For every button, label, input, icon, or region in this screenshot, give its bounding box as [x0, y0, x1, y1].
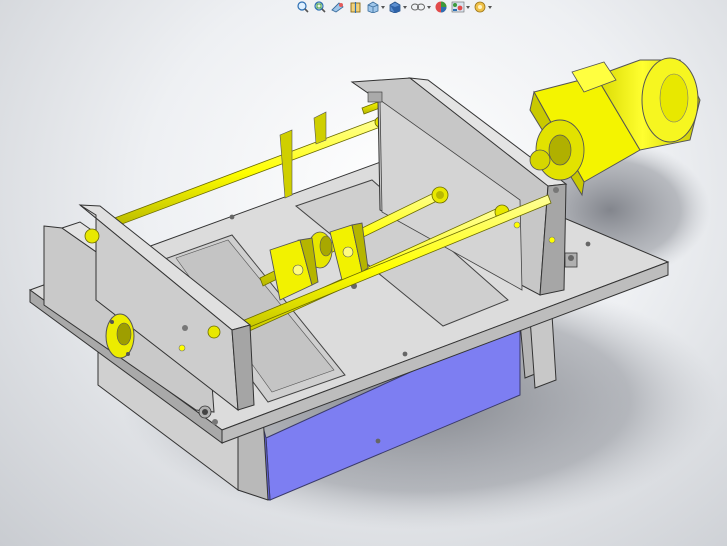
section-view-icon [350, 2, 361, 13]
edit-appearance-icon [435, 1, 447, 13]
view-orientation-button[interactable] [366, 1, 385, 13]
view-orientation-icon [367, 1, 379, 13]
display-style-button[interactable] [388, 1, 407, 13]
bearing-flange[interactable] [105, 313, 135, 359]
zoom-to-fit-icon [297, 1, 309, 13]
hide-show-items-icon [411, 3, 425, 11]
zoom-to-area-icon [314, 1, 326, 13]
view-settings-button[interactable] [473, 1, 492, 13]
display-style-icon [389, 1, 401, 13]
hide-show-items-button[interactable] [410, 1, 431, 13]
edit-appearance-button[interactable] [434, 1, 448, 13]
apply-scene-icon [451, 1, 465, 13]
previous-view-icon [331, 2, 344, 13]
previous-view-button[interactable] [330, 1, 346, 13]
section-view-button[interactable] [349, 1, 363, 13]
zoom-to-fit-button[interactable] [296, 1, 310, 13]
graphics-area[interactable] [0, 0, 727, 546]
apply-scene-button[interactable] [451, 1, 470, 13]
heads-up-view-toolbar [296, 0, 492, 14]
view-settings-icon [474, 1, 486, 13]
model-assembly[interactable] [0, 0, 727, 546]
zoom-to-area-button[interactable] [313, 1, 327, 13]
